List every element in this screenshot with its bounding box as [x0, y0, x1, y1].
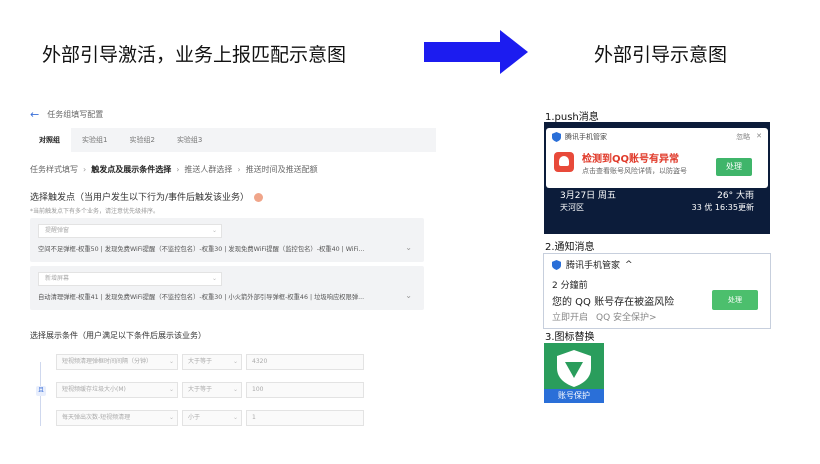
- step-separator: ›: [176, 165, 180, 174]
- tab-experiment-1[interactable]: 实验组1: [71, 128, 118, 152]
- trigger-values: 空间不足弹框-权重50 | 发现免费WiFi提醒（不监控包名）-权重30 | 发…: [38, 246, 365, 253]
- filter-field: 短视频清理弹框时间间隔（分钟）: [62, 358, 153, 365]
- lock-aqi: 33 优 16:35更新: [691, 203, 754, 212]
- trigger-values: 自动清理弹框-权重41 | 发现免费WiFi提醒（不监控包名）-权重30 | 小…: [38, 294, 365, 301]
- step-separator: ›: [83, 165, 87, 174]
- step-style[interactable]: 任务样式填写: [30, 164, 78, 175]
- filter-operator: 大于等于: [188, 358, 213, 365]
- chevron-down-icon: ⌄: [168, 358, 174, 365]
- lock-date: 3月27日 周五: [560, 191, 617, 201]
- chevron-down-icon: ⌄: [168, 386, 174, 393]
- chevron-down-icon: ⌄: [211, 227, 217, 234]
- shield-icon: [552, 259, 561, 270]
- right-arrow-icon: [424, 30, 528, 74]
- lock-location: 天河区: [560, 203, 584, 212]
- chevron-down-icon: ⌄: [232, 358, 238, 365]
- notification-app-name: 腾讯手机管家: [566, 261, 621, 271]
- trigger-block: 提醒弹窗 ⌄ 空间不足弹框-权重50 | 发现免费WiFi提醒（不监控包名）-权…: [30, 218, 424, 262]
- trigger-select[interactable]: 新增屏幕 ⌄: [38, 272, 222, 286]
- display-section-title: 选择展示条件（用户满足以下条件后展示该业务）: [30, 331, 206, 340]
- tab-control-group[interactable]: 对照组: [28, 128, 71, 152]
- app-icon-account-protect[interactable]: 账号保护: [544, 343, 604, 403]
- trigger-hint: *当前触发点下有多个业务，请注意优先级排序。: [30, 208, 160, 215]
- ignore-button[interactable]: 忽略: [736, 132, 750, 142]
- trigger-block: 新增屏幕 ⌄ 自动清理弹框-权重41 | 发现免费WiFi提醒（不监控包名）-权…: [30, 266, 424, 310]
- filter-operator: 大于等于: [188, 386, 213, 393]
- back-row: ← 任务组填写配置: [30, 108, 103, 121]
- step-breadcrumb: 任务样式填写 › 触发点及展示条件选择 › 推送人群选择 › 推送时间及推送配额: [30, 164, 318, 175]
- notification-card[interactable]: 腾讯手机管家 ^ 2 分鐘前 您的 QQ 账号存在被盗风险 立即开启 QQ 安全保…: [543, 253, 771, 329]
- notification-meta: 立即开启 QQ 安全保护>: [552, 310, 657, 323]
- step-schedule[interactable]: 推送时间及推送配额: [246, 164, 318, 175]
- filter-field-select[interactable]: 每天弹出次数-短视频清理 ⌄: [56, 410, 178, 426]
- chevron-down-icon[interactable]: ⌄: [405, 291, 412, 300]
- notification-message: 您的 QQ 账号存在被盗风险: [552, 297, 675, 308]
- page-title: 任务组填写配置: [47, 110, 104, 119]
- shield-icon: [557, 350, 591, 387]
- notification-header: 腾讯手机管家 ^: [552, 258, 633, 271]
- chevron-down-icon: ⌄: [211, 275, 217, 282]
- push-subtext: 点击查看账号风险详情，以防盗号: [582, 167, 687, 175]
- arrow-left-icon[interactable]: ←: [30, 108, 39, 121]
- filter-field-select[interactable]: 短视频缓存垃圾大小(M) ⌄: [56, 382, 178, 398]
- shield-icon: [552, 132, 561, 142]
- step-separator: ›: [237, 165, 241, 174]
- qq-protect-link[interactable]: QQ 安全保护>: [596, 313, 657, 323]
- step-trigger[interactable]: 触发点及展示条件选择: [91, 164, 171, 175]
- chevron-down-icon: ⌄: [168, 414, 174, 421]
- lock-weather: 26° 大雨: [717, 191, 754, 201]
- group-tabs: 对照组 实验组1 实验组2 实验组3: [28, 128, 436, 152]
- step-audience[interactable]: 推送人群选择: [184, 164, 232, 175]
- filter-value-input[interactable]: 4320: [246, 354, 364, 370]
- enable-link[interactable]: 立即开启: [552, 313, 588, 323]
- filter-row: 短视频清理弹框时间间隔（分钟） ⌄ 大于等于 ⌄ 4320: [56, 354, 364, 370]
- notification-label: 2.通知消息: [545, 242, 595, 253]
- filter-value-input[interactable]: 1: [246, 410, 364, 426]
- chevron-down-icon[interactable]: ⌄: [405, 243, 412, 252]
- help-icon[interactable]: [253, 193, 263, 202]
- app-icon-band: 账号保护: [544, 389, 604, 403]
- filter-operator: 小于: [188, 414, 201, 421]
- push-headline: 检测到QQ账号有异常: [582, 154, 680, 165]
- chevron-down-icon: ⌄: [232, 386, 238, 393]
- notification-time: 2 分鐘前: [552, 281, 588, 291]
- tab-experiment-2[interactable]: 实验组2: [118, 128, 165, 152]
- push-app-name: 腾讯手机管家: [565, 133, 607, 141]
- filter-row: 短视频缓存垃圾大小(M) ⌄ 大于等于 ⌄ 100: [56, 382, 364, 398]
- and-badge[interactable]: 且: [36, 386, 46, 396]
- filter-row: 每天弹出次数-短视频清理 ⌄ 小于 ⌄ 1: [56, 410, 364, 426]
- chevron-down-icon: ⌄: [232, 414, 238, 421]
- chevron-up-icon[interactable]: ^: [625, 260, 633, 270]
- trigger-select[interactable]: 提醒弹窗 ⌄: [38, 224, 222, 238]
- filter-operator-select[interactable]: 大于等于 ⌄: [182, 354, 242, 370]
- trigger-section-title: 选择触发点（当用户发生以下行为/事件后触发该业务）: [30, 190, 263, 203]
- config-panel: ← 任务组填写配置 对照组 实验组1 实验组2 实验组3 任务样式填写 › 触发…: [28, 100, 438, 440]
- trigger-select-placeholder: 提醒弹窗: [45, 227, 70, 234]
- bell-alert-icon: [554, 152, 574, 172]
- push-notification-card[interactable]: 腾讯手机管家 忽略 ✕ 检测到QQ账号有异常 点击查看账号风险详情，以防盗号 处…: [546, 128, 768, 188]
- push-header-actions: 忽略 ✕: [736, 132, 762, 142]
- trigger-select-placeholder: 新增屏幕: [45, 275, 70, 282]
- push-handle-button[interactable]: 处理: [716, 158, 752, 176]
- filter-field: 每天弹出次数-短视频清理: [62, 414, 131, 421]
- push-header: 腾讯手机管家: [552, 132, 607, 142]
- right-title: 外部引导示意图: [594, 44, 728, 66]
- push-lockscreen: 腾讯手机管家 忽略 ✕ 检测到QQ账号有异常 点击查看账号风险详情，以防盗号 处…: [544, 122, 770, 234]
- icon-label: 3.图标替换: [545, 332, 595, 343]
- notification-handle-button[interactable]: 处理: [712, 290, 758, 310]
- close-icon[interactable]: ✕: [756, 132, 762, 142]
- trigger-title-text: 选择触发点（当用户发生以下行为/事件后触发该业务）: [30, 193, 250, 203]
- filter-operator-select[interactable]: 大于等于 ⌄: [182, 382, 242, 398]
- left-title: 外部引导激活，业务上报匹配示意图: [42, 44, 347, 66]
- push-label: 1.push消息: [545, 112, 599, 123]
- filter-operator-select[interactable]: 小于 ⌄: [182, 410, 242, 426]
- filter-field-select[interactable]: 短视频清理弹框时间间隔（分钟） ⌄: [56, 354, 178, 370]
- tab-experiment-3[interactable]: 实验组3: [166, 128, 213, 152]
- filter-value-input[interactable]: 100: [246, 382, 364, 398]
- filter-field: 短视频缓存垃圾大小(M): [62, 386, 126, 393]
